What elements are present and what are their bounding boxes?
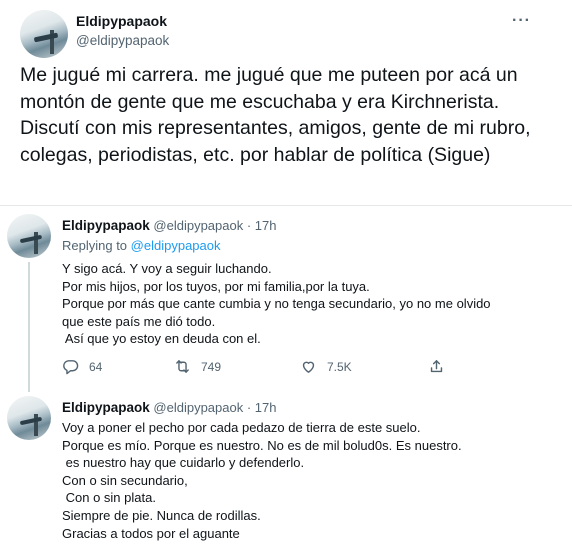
text-line: Porque es mío. Porque es nuestro. No es … bbox=[62, 437, 462, 453]
reply-icon bbox=[63, 360, 79, 375]
timestamp[interactable]: · 17h bbox=[247, 218, 277, 233]
text-line: Así que yo estoy en deuda con el. bbox=[62, 331, 261, 347]
author-handle[interactable]: @eldipypapaok bbox=[153, 400, 243, 415]
tweet-text: Me jugué mi carrera. me jugué que me put… bbox=[20, 64, 531, 166]
avatar[interactable] bbox=[20, 10, 68, 58]
main-tweet: Eldipypapaok @eldipypapaok ··· Me jugué … bbox=[0, 0, 560, 197]
reply-button[interactable]: 64 bbox=[62, 358, 102, 375]
author-handle[interactable]: @eldipypapaok bbox=[153, 218, 243, 233]
author-name[interactable]: Eldipypapaok bbox=[62, 218, 150, 233]
replying-to-label: Replying to bbox=[62, 238, 128, 253]
tweet-text: Voy a poner el pecho por cada pedazo de … bbox=[62, 419, 462, 542]
share-button[interactable] bbox=[428, 358, 455, 375]
text-line: Y sigo acá. Y voy a seguir luchando. bbox=[62, 261, 272, 276]
author-name[interactable]: Eldipypapaok bbox=[62, 400, 150, 415]
replying-to-link[interactable]: @eldipypapaok bbox=[131, 238, 221, 253]
text-line: Voy a poner el pecho por cada pedazo de … bbox=[62, 420, 421, 435]
text-line: es nuestro hay que cuidarlo y defenderlo… bbox=[62, 455, 305, 471]
reply-header: Eldipypapaok @eldipypapaok · 17h bbox=[62, 218, 277, 233]
text-line: Con o sin plata. bbox=[62, 490, 156, 506]
avatar[interactable] bbox=[7, 214, 51, 258]
text-line: Gracias a todos por el aguante bbox=[62, 525, 240, 541]
heart-icon bbox=[302, 361, 315, 373]
more-horizontal-icon[interactable]: ··· bbox=[512, 12, 531, 30]
like-button[interactable]: 7.5K bbox=[300, 358, 352, 375]
tweet-header: Eldipypapaok @eldipypapaok · 17h bbox=[62, 400, 277, 415]
text-line: Por mis hijos, por los tuyos, por mi fam… bbox=[62, 278, 370, 294]
text-line: Porque por más que cante cumbia y no ten… bbox=[62, 296, 491, 312]
avatar[interactable] bbox=[7, 396, 51, 440]
retweet-button[interactable]: 749 bbox=[174, 358, 221, 375]
share-icon bbox=[430, 360, 443, 373]
author-handle[interactable]: @eldipypapaok bbox=[76, 33, 169, 48]
like-count: 7.5K bbox=[327, 359, 352, 374]
thread-connector-line bbox=[28, 262, 30, 392]
reply-text: Y sigo acá. Y voy a seguir luchando. Por… bbox=[62, 260, 491, 348]
action-bar: 64 749 7.5K bbox=[62, 358, 462, 378]
author-name[interactable]: Eldipypapaok bbox=[76, 13, 167, 29]
reply-count: 64 bbox=[89, 359, 103, 374]
replying-to: Replying to @eldipypapaok bbox=[62, 238, 221, 253]
timestamp[interactable]: · 17h bbox=[247, 400, 277, 415]
text-line: que este país me dió todo. bbox=[62, 313, 216, 329]
text-line: Con o sin secundario, bbox=[62, 472, 188, 488]
retweet-count: 749 bbox=[201, 359, 222, 374]
text-line: Siempre de pie. Nunca de rodillas. bbox=[62, 507, 261, 523]
retweet-icon bbox=[176, 360, 189, 373]
